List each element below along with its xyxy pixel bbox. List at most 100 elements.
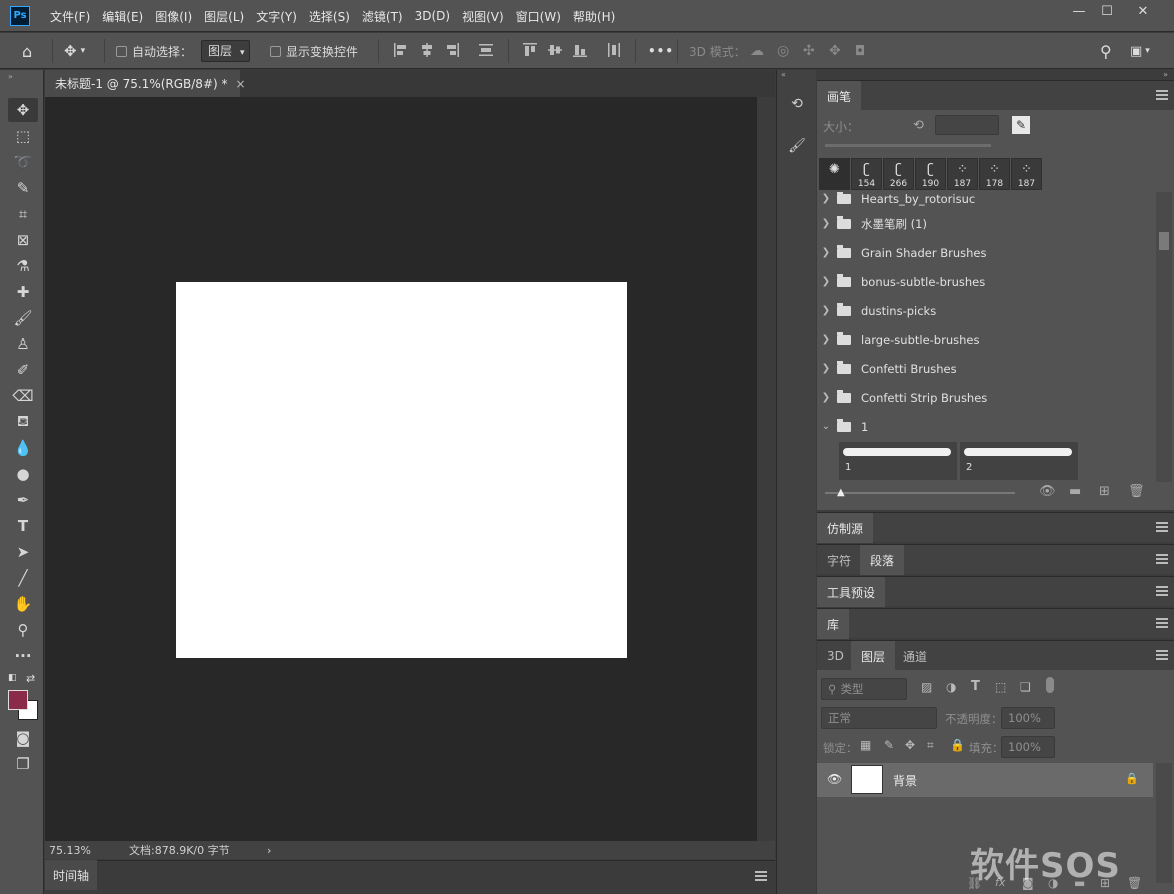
menu-file[interactable]: 文件(F) (44, 8, 96, 25)
foreground-color-swatch[interactable] (8, 690, 28, 710)
dodge-tool-icon[interactable]: ● (8, 462, 38, 486)
zoom-tool-icon[interactable]: ⚲ (8, 618, 38, 642)
default-colors-icon[interactable]: ◧ (8, 673, 18, 683)
align-middle-icon[interactable] (547, 42, 563, 58)
character-menu-icon[interactable] (1156, 554, 1168, 564)
new-group-icon[interactable]: ▬ (1069, 484, 1081, 499)
menu-3d[interactable]: 3D(D) (409, 9, 456, 23)
brush-folder[interactable]: ❯ Confetti Strip Brushes (817, 383, 1157, 412)
paint-bucket-tool-icon[interactable]: ⛾ (8, 410, 38, 434)
3d-orbit-icon[interactable]: ☁ (750, 33, 764, 69)
status-menu-arrow[interactable]: › (267, 844, 271, 857)
3d-slide-icon[interactable]: ✥ (829, 33, 841, 69)
3d-pan-icon[interactable]: ✣ (803, 33, 815, 69)
eye-icon[interactable]: 👁 (827, 772, 842, 786)
marquee-tool-icon[interactable]: ⬚ (8, 124, 38, 148)
new-brush-icon[interactable]: ✎ (1012, 116, 1030, 134)
menu-window[interactable]: 窗口(W) (510, 8, 567, 25)
maximize-button[interactable]: ☐ (1092, 0, 1122, 24)
new-brush-preset-icon[interactable]: ⊞ (1099, 484, 1110, 499)
path-selection-tool-icon[interactable]: ➤ (8, 540, 38, 564)
timeline-menu-icon[interactable] (755, 871, 767, 881)
align-left-icon[interactable] (393, 42, 409, 58)
search-icon[interactable]: ⚲ (1100, 33, 1112, 69)
align-bottom-icon[interactable] (572, 42, 588, 58)
pen-tool-icon[interactable]: ✒ (8, 488, 38, 512)
brush-size-slider[interactable] (825, 144, 991, 147)
reset-size-icon[interactable]: ⟲ (913, 118, 924, 133)
history-brush-tool-icon[interactable]: ✐ (8, 358, 38, 382)
menu-help[interactable]: 帮助(H) (567, 8, 621, 25)
blend-mode-dropdown[interactable]: 正常 (821, 707, 937, 729)
align-center-icon[interactable] (419, 42, 435, 58)
scrollbar-thumb[interactable] (1159, 232, 1169, 250)
brush-folder-open[interactable]: ⌄ 1 (817, 412, 1157, 441)
filter-pixel-icon[interactable]: ▨ (921, 680, 932, 694)
swap-colors-icon[interactable]: ⇄ (26, 672, 35, 685)
menu-type[interactable]: 文字(Y) (250, 8, 303, 25)
layer-row[interactable]: 👁 背景 🔒 (817, 763, 1153, 797)
auto-select-checkbox[interactable]: 自动选择： (116, 33, 192, 69)
tab-libraries[interactable]: 库 (817, 609, 850, 639)
history-panel-icon[interactable]: ⟲ (783, 90, 811, 118)
recent-brush-2[interactable]: ʗ 154 (851, 158, 882, 190)
hand-tool-icon[interactable]: ✋ (8, 592, 38, 616)
minimize-button[interactable]: — (1064, 0, 1094, 24)
menu-edit[interactable]: 编辑(E) (96, 8, 149, 25)
tab-character[interactable]: 字符 (817, 545, 861, 575)
show-transform-checkbox[interactable]: 显示变换控件 (270, 33, 358, 69)
delete-icon[interactable]: 🗑 (1128, 484, 1145, 499)
menu-image[interactable]: 图像(I) (149, 8, 198, 25)
document-canvas[interactable] (176, 282, 627, 658)
brush-folder[interactable]: ❯ large-subtle-brushes (817, 325, 1157, 354)
workspace-icon[interactable]: ▣ ▾ (1130, 33, 1150, 69)
home-icon[interactable]: ⌂ (22, 33, 32, 69)
tab-clone-source[interactable]: 仿制源 (817, 513, 874, 543)
layers-scrollbar[interactable] (1156, 763, 1172, 883)
type-tool-icon[interactable]: T (8, 514, 38, 538)
tool-presets-menu-icon[interactable] (1156, 586, 1168, 596)
lock-pixels-icon[interactable]: ✎ (884, 738, 894, 752)
tab-tool-presets[interactable]: 工具预设 (817, 577, 886, 607)
brush-tool-icon[interactable]: 🖌 (8, 306, 38, 330)
menu-filter[interactable]: 滤镜(T) (356, 8, 409, 25)
lock-artboard-icon[interactable]: ⌗ (927, 738, 934, 753)
document-tab[interactable]: 未标题-1 @ 75.1%(RGB/8#) * × (45, 70, 246, 97)
align-top-icon[interactable] (522, 42, 538, 58)
clone-source-menu-icon[interactable] (1156, 522, 1168, 532)
tab-brushes[interactable]: 画笔 (817, 81, 862, 111)
lasso-tool-icon[interactable]: ➰ (8, 150, 38, 174)
menu-layer[interactable]: 图层(L) (198, 8, 250, 25)
recent-brush-3[interactable]: ʗ 266 (883, 158, 914, 190)
screen-mode-icon[interactable]: ❐ (8, 752, 38, 776)
layers-menu-icon[interactable] (1156, 650, 1168, 660)
auto-select-dropdown[interactable]: 图层 ▾ (201, 33, 250, 69)
collapse-toolbar-icon[interactable]: » (8, 72, 13, 81)
lock-transparent-icon[interactable]: ▦ (860, 738, 871, 752)
preview-size-slider[interactable] (825, 492, 1015, 494)
filter-type-icon[interactable]: T (971, 679, 980, 694)
recent-brush-5[interactable]: ⁘ 187 (947, 158, 978, 190)
brush-folder[interactable]: ❯ bonus-subtle-brushes (817, 267, 1157, 296)
toggle-visibility-icon[interactable]: 👁 (1039, 484, 1056, 499)
brush-size-input[interactable] (935, 115, 999, 135)
brush-preset-1[interactable]: 1 (839, 442, 957, 480)
brush-folder[interactable]: ❯ dustins-picks (817, 296, 1157, 325)
healing-brush-tool-icon[interactable]: ✚ (8, 280, 38, 304)
collapse-panels-icon[interactable]: » (1163, 70, 1168, 79)
distribute-vertical-icon[interactable] (606, 42, 622, 58)
close-window-button[interactable]: ✕ (1128, 0, 1158, 24)
tab-paragraph[interactable]: 段落 (860, 545, 905, 575)
3d-scale-icon[interactable]: ◘ (855, 33, 865, 69)
brush-folder[interactable]: ❯ 水墨笔刷 (1) (817, 209, 1157, 238)
move-tool-icon[interactable]: ✥ (8, 98, 38, 122)
layer-filter-dropdown[interactable]: ⚲ 类型 (821, 678, 907, 700)
filter-adjustment-icon[interactable]: ◑ (946, 680, 956, 694)
eyedropper-tool-icon[interactable]: ⚗ (8, 254, 38, 278)
move-tool-preset-icon[interactable]: ✥ ▾ (64, 33, 85, 69)
edit-toolbar-icon[interactable]: ··· (8, 644, 38, 668)
lock-all-icon[interactable]: 🔒 (950, 738, 965, 752)
recent-brush-1[interactable]: ✺ (819, 158, 850, 190)
close-tab-icon[interactable]: × (236, 77, 246, 91)
align-right-icon[interactable] (444, 42, 460, 58)
